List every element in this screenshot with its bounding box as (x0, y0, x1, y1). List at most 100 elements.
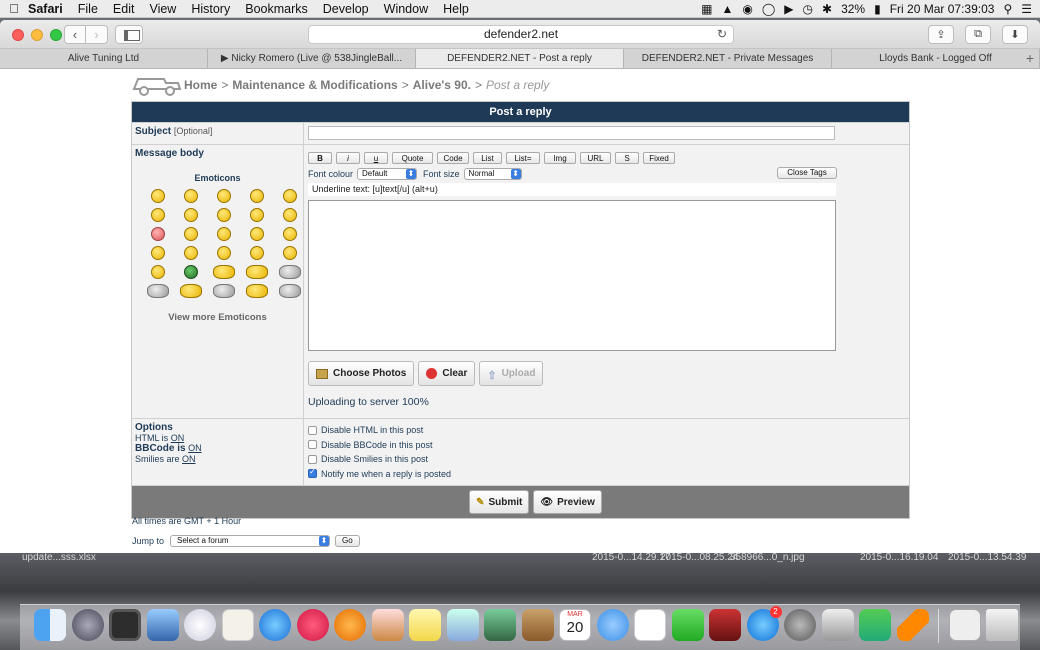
font-size-select[interactable]: Normal (463, 167, 522, 180)
desktop-file[interactable]: 358966...0_n.jpg (730, 552, 805, 563)
jump-to-select[interactable]: Select a forum (170, 535, 331, 547)
system-preferences-icon[interactable] (784, 609, 816, 641)
forward-button[interactable]: › (86, 25, 108, 44)
safari-icon[interactable] (259, 609, 291, 641)
tab-lloyds-bank[interactable]: Lloyds Bank - Logged Off (832, 49, 1040, 68)
textedit-icon[interactable] (221, 609, 254, 641)
bbcode-list-ordered-button[interactable]: List= (506, 152, 540, 164)
menu-bookmarks[interactable]: Bookmarks (245, 2, 308, 16)
desktop-file[interactable]: 2015-0...08.25.24 (660, 552, 738, 563)
emoticon-confused-icon[interactable] (150, 208, 165, 222)
emoticon-neutral-icon[interactable] (150, 265, 165, 279)
share-button[interactable]: ⇪ (928, 25, 954, 44)
wifi-app-icon[interactable] (859, 609, 891, 641)
trash-icon[interactable] (986, 609, 1018, 641)
emoticon-evil-icon[interactable] (216, 227, 231, 241)
bbcode-code-button[interactable]: Code (437, 152, 469, 164)
message-textarea[interactable] (308, 200, 836, 351)
bbcode-underline-button[interactable]: u (364, 152, 388, 164)
calendar-icon[interactable]: MAR 20 (559, 609, 591, 641)
go-button[interactable]: Go (335, 535, 360, 547)
apple-menu-icon[interactable]:  (0, 1, 28, 16)
emoticon-mr-green-icon[interactable] (183, 265, 198, 279)
menu-window[interactable]: Window (384, 2, 428, 16)
reload-icon[interactable]: ↻ (717, 26, 727, 43)
itunes-icon[interactable] (296, 609, 329, 641)
close-tags-button[interactable]: Close Tags (777, 167, 837, 179)
emoticon-cool-icon[interactable] (183, 208, 198, 222)
contacts-icon[interactable] (521, 609, 554, 641)
emoticon-smile-icon[interactable] (183, 189, 198, 203)
emoticon-idea-icon[interactable] (249, 246, 264, 260)
menu-file[interactable]: File (78, 2, 98, 16)
notification-center-icon[interactable]: ☰ (1021, 2, 1032, 16)
menu-history[interactable]: History (191, 2, 230, 16)
html-status-link[interactable]: ON (171, 433, 185, 443)
bbcode-status-link[interactable]: ON (188, 443, 202, 453)
downloads-button[interactable]: ⬇ (1002, 25, 1028, 44)
emoticon-crash-icon[interactable] (245, 284, 268, 298)
disable-html-checkbox[interactable] (308, 425, 317, 435)
smilies-status-link[interactable]: ON (182, 454, 196, 464)
emoticon-laughing-icon[interactable] (216, 208, 231, 222)
emoticon-arrow-icon[interactable] (282, 246, 297, 260)
breadcrumb-home[interactable]: Home (184, 78, 217, 92)
activity-monitor-icon[interactable] (821, 609, 854, 641)
menu-app-safari[interactable]: Safari (28, 2, 63, 16)
upload-button[interactable]: ⇧ Upload (479, 361, 544, 386)
facetime-icon[interactable] (671, 609, 704, 641)
photo-booth-icon[interactable] (709, 609, 741, 641)
desktop-file[interactable]: 2015-0...13.54.39 (948, 552, 1026, 563)
emoticon-thumbs-up-icon[interactable] (179, 284, 202, 298)
emoticon-razz-icon[interactable] (282, 208, 297, 222)
menu-edit[interactable]: Edit (113, 2, 135, 16)
submit-button[interactable]: ✎ Submit (469, 490, 530, 514)
ibooks-icon[interactable] (334, 609, 366, 641)
emoticon-question-icon[interactable] (216, 246, 231, 260)
menu-develop[interactable]: Develop (323, 2, 369, 16)
photos-app-icon[interactable] (146, 609, 179, 641)
keynote-icon[interactable] (371, 609, 404, 641)
disable-bbcode-checkbox[interactable] (308, 440, 317, 450)
fullscreen-window-button[interactable] (50, 29, 62, 41)
emoticon-bawling-icon[interactable] (245, 265, 268, 279)
bbcode-fixed-button[interactable]: Fixed (643, 152, 675, 164)
emoticon-mad-icon[interactable] (249, 208, 264, 222)
emoticon-sad-icon[interactable] (216, 189, 231, 203)
tab-post-a-reply[interactable]: DEFENDER2.NET - Post a reply (416, 49, 624, 68)
adobe-icon[interactable]: ▲ (721, 2, 733, 16)
close-window-button[interactable] (12, 29, 24, 41)
subject-input[interactable] (308, 126, 835, 140)
font-colour-select[interactable]: Default (357, 167, 418, 180)
bbcode-url-button[interactable]: URL (580, 152, 611, 164)
iphoto-icon[interactable] (484, 609, 516, 641)
emoticon-rolling-eyes-icon[interactable] (282, 227, 297, 241)
menu-view[interactable]: View (149, 2, 176, 16)
emoticon-very-happy-icon[interactable] (150, 189, 165, 203)
app-store-icon[interactable]: 2 (746, 606, 782, 641)
emoticon-whistle-icon[interactable] (212, 265, 235, 279)
bluetooth-icon[interactable]: ✱ (822, 2, 832, 16)
wifi-icon[interactable]: ◉ (742, 2, 752, 16)
breadcrumb-topic[interactable]: Alive's 90. (413, 78, 471, 92)
volume-icon[interactable]: ▶ (784, 2, 793, 16)
spotlight-search-icon[interactable]: ⚲ (1003, 2, 1012, 16)
disable-smilies-checkbox[interactable] (308, 454, 317, 464)
vlc-icon[interactable] (896, 609, 929, 641)
clock[interactable]: Fri 20 Mar 07:39:03 (890, 2, 995, 16)
notify-reply-checkbox[interactable] (308, 467, 317, 479)
clear-button[interactable]: Clear (418, 361, 476, 386)
tab-nicky-romero[interactable]: ▶ Nicky Romero (Live @ 538JingleBall... (208, 49, 416, 68)
downloads-stack-icon[interactable] (948, 609, 981, 641)
tabs-overview-button[interactable]: ⧉ (965, 25, 991, 44)
bbcode-img-button[interactable]: Img (544, 152, 576, 164)
dropbox-icon[interactable]: ▦ (701, 2, 712, 16)
desktop-file[interactable]: 2015-0...16.19.04 (860, 552, 938, 563)
battery-icon[interactable]: ▮ (874, 2, 881, 16)
tab-alive-tuning[interactable]: Alive Tuning Ltd (0, 49, 208, 68)
bbcode-strike-button[interactable]: S (615, 152, 639, 164)
bbcode-italic-button[interactable]: i (336, 152, 360, 164)
skype-icon[interactable] (184, 609, 216, 641)
messages-icon[interactable]: ◯ (762, 2, 775, 16)
finder-icon[interactable] (34, 609, 66, 641)
